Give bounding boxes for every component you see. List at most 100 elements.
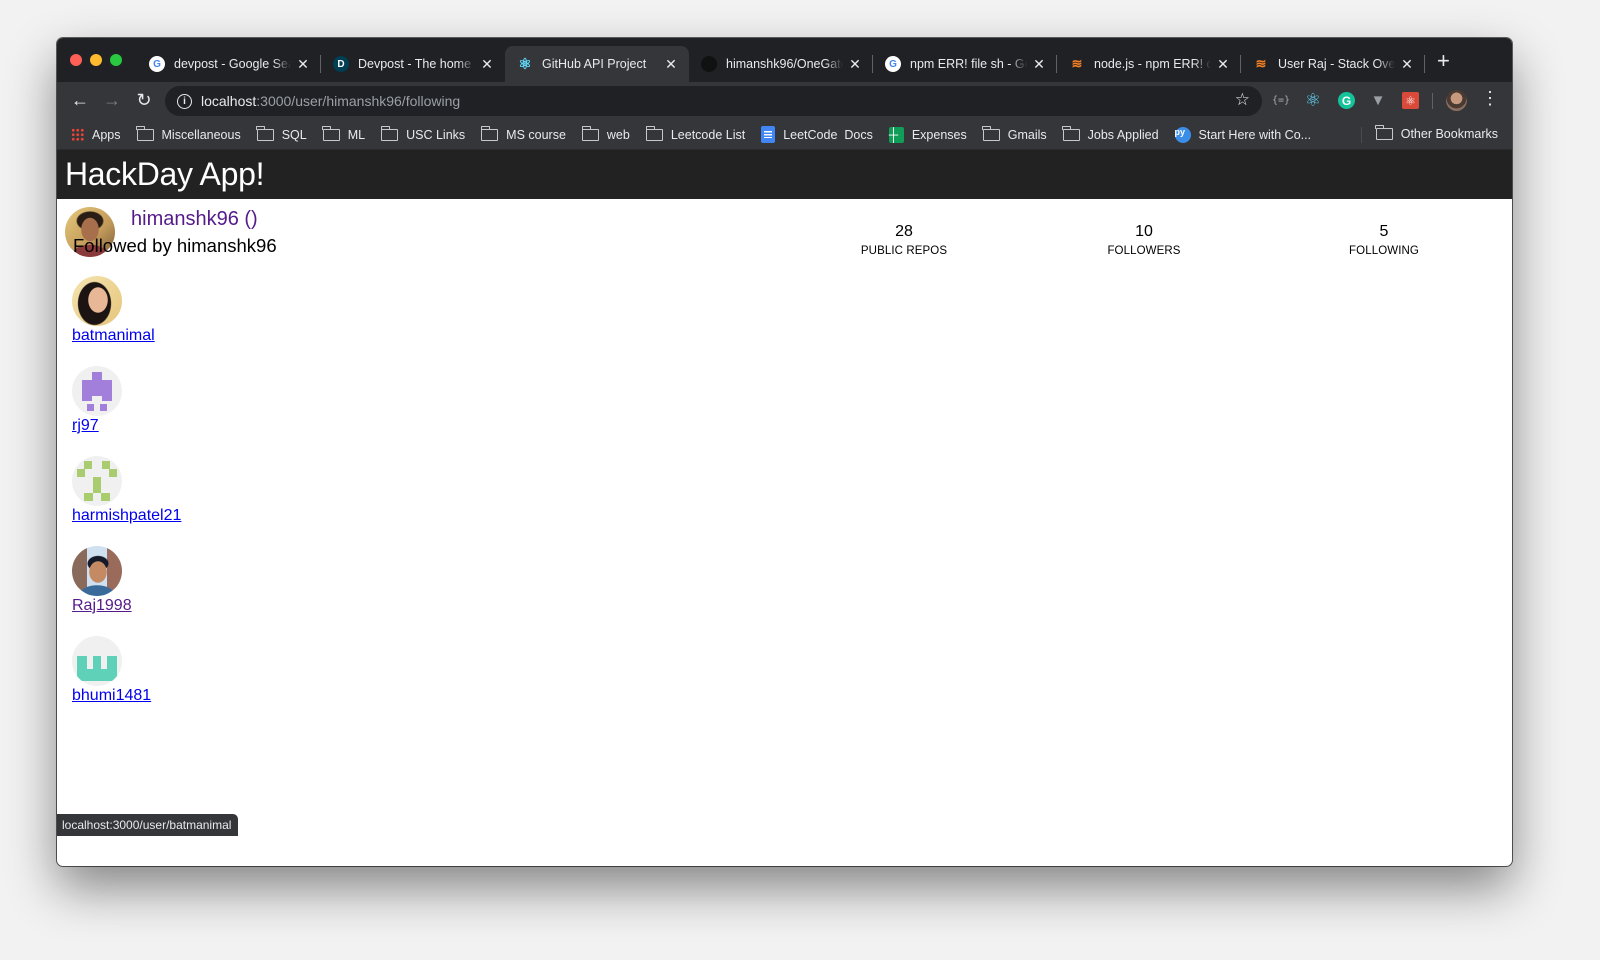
follower-avatar[interactable] — [72, 546, 122, 596]
bookmark-expenses[interactable]: ┼ Expenses — [888, 126, 967, 143]
tab-devpost[interactable]: D Devpost - The home for hackathons ✕ — [321, 46, 505, 82]
devpost-icon: D — [333, 56, 349, 72]
follower-link[interactable]: Raj1998 — [72, 597, 132, 615]
bookmarks-separator — [1361, 127, 1362, 143]
tab-google-search[interactable]: G devpost - Google Search ✕ — [137, 46, 321, 82]
address-bar[interactable]: i localhost:3000/user/himanshk96/followi… — [165, 86, 1262, 116]
json-viewer-icon[interactable]: {=} — [1271, 90, 1291, 110]
browser-toolbar: ← → ↻ i localhost:3000/user/himanshk96/f… — [57, 82, 1512, 120]
maximize-window-button[interactable] — [110, 54, 122, 66]
close-tab-icon[interactable]: ✕ — [479, 56, 495, 73]
follower-link[interactable]: harmishpatel21 — [72, 507, 181, 525]
minimize-window-button[interactable] — [90, 54, 102, 66]
bookmark-label: LeetCode Docs — [783, 127, 873, 142]
following-list: batmanimal rj97 harmishpatel21 Raj1998 b… — [72, 276, 181, 726]
tab-onegate-repo[interactable]: himanshk96/OneGate ✕ — [689, 46, 873, 82]
redux-devtools-icon[interactable]: ⚛ — [1402, 92, 1419, 109]
bookmark-leetcode-docs[interactable]: LeetCode Docs — [761, 126, 873, 143]
bookmark-label: Leetcode List — [670, 127, 746, 142]
site-info-icon[interactable]: i — [177, 93, 192, 109]
close-window-button[interactable] — [70, 54, 82, 66]
bookmark-folder-gmails[interactable]: Gmails — [982, 125, 1047, 142]
google-icon: G — [149, 56, 165, 72]
tab-title: npm ERR! file sh - Google Search — [910, 57, 1027, 71]
folder-icon — [1062, 125, 1080, 141]
browser-menu-icon[interactable]: ⋮ — [1481, 88, 1499, 109]
bookmark-apps[interactable]: Apps — [71, 128, 121, 142]
google-sheets-icon: ┼ — [888, 126, 904, 143]
bookmark-folder-web[interactable]: web — [581, 125, 630, 142]
new-tab-button[interactable]: + — [1437, 50, 1450, 72]
bookmark-label: Miscellaneous — [161, 127, 241, 142]
close-tab-icon[interactable]: ✕ — [847, 56, 863, 73]
vue-devtools-icon[interactable]: ▼ — [1368, 90, 1388, 110]
python-icon: py — [1174, 126, 1191, 143]
stat-label: FOLLOWING — [1349, 245, 1419, 257]
back-button[interactable]: ← — [69, 90, 91, 111]
follower-avatar[interactable] — [72, 366, 122, 416]
tab-title: himanshk96/OneGate — [726, 57, 843, 71]
tab-separator — [1424, 55, 1425, 73]
tab-nodejs-stackoverflow[interactable]: ≋ node.js - npm ERR! code ✕ — [1057, 46, 1241, 82]
bookmark-folder-ml[interactable]: ML — [322, 125, 365, 142]
browser-window: G devpost - Google Search ✕ D Devpost - … — [57, 38, 1512, 866]
bookmark-folder-ms-course[interactable]: MS course — [480, 125, 566, 142]
bookmark-label: Apps — [92, 127, 121, 142]
list-item: rj97 — [72, 366, 181, 456]
bookmark-folder-usc-links[interactable]: USC Links — [380, 125, 466, 142]
other-bookmarks[interactable]: Other Bookmarks — [1375, 125, 1498, 141]
tab-title: User Raj - Stack Overflow — [1278, 57, 1395, 71]
bookmark-folder-leetcode-list[interactable]: Leetcode List — [645, 125, 746, 142]
bookmark-folder-sql[interactable]: SQL — [256, 125, 307, 142]
stat-following: 5 FOLLOWING — [1304, 223, 1464, 257]
reload-button[interactable]: ↻ — [133, 90, 155, 111]
bookmark-star-icon[interactable]: ☆ — [1235, 90, 1250, 110]
react-devtools-icon[interactable]: ⚛ — [1303, 90, 1323, 110]
app-header: HackDay App! — [57, 150, 1512, 199]
follower-link[interactable]: bhumi1481 — [72, 687, 151, 705]
bookmark-label: Expenses — [911, 127, 967, 142]
stat-label: PUBLIC REPOS — [860, 245, 948, 257]
user-name-link[interactable]: himanshk96 () — [131, 208, 258, 231]
tab-user-raj-stackoverflow[interactable]: ≋ User Raj - Stack Overflow ✕ — [1241, 46, 1425, 82]
window-controls — [70, 54, 122, 66]
bookmark-label: USC Links — [406, 127, 466, 142]
stat-value: 10 — [1135, 223, 1153, 240]
follower-avatar[interactable] — [72, 456, 122, 506]
close-tab-icon[interactable]: ✕ — [1031, 56, 1047, 73]
bookmark-folder-miscellaneous[interactable]: Miscellaneous — [136, 125, 241, 142]
grammarly-icon[interactable]: G — [1338, 92, 1355, 109]
follower-avatar[interactable] — [72, 276, 122, 326]
folder-icon — [1375, 125, 1393, 140]
bookmark-start-here[interactable]: py Start Here with Co... — [1174, 126, 1311, 143]
folder-icon — [982, 125, 1000, 141]
folder-icon — [256, 125, 274, 141]
follower-link[interactable]: batmanimal — [72, 327, 155, 345]
bookmark-label: Other Bookmarks — [1400, 127, 1498, 141]
close-tab-icon[interactable]: ✕ — [1399, 56, 1415, 73]
stackoverflow-icon: ≋ — [1255, 56, 1267, 71]
bookmark-folder-jobs-applied[interactable]: Jobs Applied — [1062, 125, 1159, 142]
bookmark-label: Jobs Applied — [1087, 127, 1159, 142]
list-item: batmanimal — [72, 276, 181, 366]
tab-npm-err-search[interactable]: G npm ERR! file sh - Google Search ✕ — [873, 46, 1057, 82]
folder-icon — [645, 125, 663, 141]
toolbar-separator — [1432, 93, 1433, 109]
tab-title: GitHub API Project — [542, 57, 647, 71]
follower-link[interactable]: rj97 — [72, 417, 99, 435]
close-tab-icon[interactable]: ✕ — [663, 56, 679, 73]
folder-icon — [480, 125, 499, 141]
list-item: bhumi1481 — [72, 636, 181, 726]
address-url[interactable]: localhost:3000/user/himanshk96/following — [201, 93, 460, 109]
profile-avatar[interactable] — [1446, 90, 1467, 111]
follower-avatar[interactable] — [72, 636, 122, 686]
close-tab-icon[interactable]: ✕ — [1215, 56, 1231, 73]
close-tab-icon[interactable]: ✕ — [295, 56, 311, 73]
forward-button[interactable]: → — [101, 90, 123, 111]
folder-icon — [380, 125, 399, 141]
app-title: HackDay App! — [65, 156, 265, 192]
tab-title: node.js - npm ERR! code — [1094, 57, 1211, 71]
tab-github-api-project[interactable]: ⚛ GitHub API Project ✕ — [505, 46, 689, 82]
react-icon: ⚛ — [518, 56, 532, 73]
identicon-harmishpatel21 — [77, 461, 117, 501]
